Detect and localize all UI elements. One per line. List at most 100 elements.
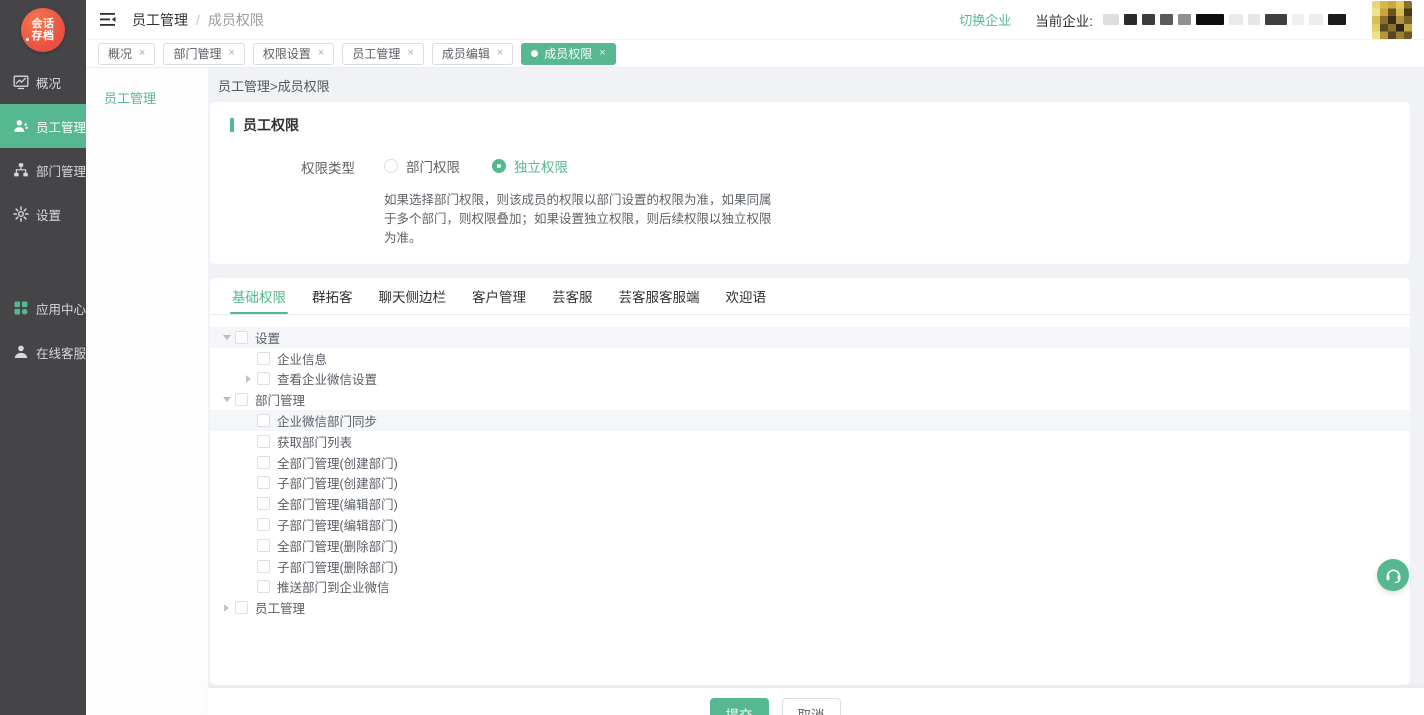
permission-tab[interactable]: 芸客服	[552, 278, 593, 314]
sidebar-item-label: 应用中心	[36, 299, 86, 318]
breadcrumb-separator: /	[196, 12, 200, 28]
tree-row[interactable]: 员工管理	[210, 597, 1410, 618]
submit-button[interactable]: 提交	[710, 698, 769, 715]
tree-row[interactable]: 全部门管理(编辑部门)	[210, 493, 1410, 514]
permission-tab[interactable]: 客户管理	[472, 278, 526, 314]
radio-option[interactable]: 独立权限	[492, 156, 568, 176]
user-avatar[interactable]	[1372, 1, 1412, 39]
tree-row[interactable]: 全部门管理(创建部门)	[210, 452, 1410, 473]
permission-tab[interactable]: 基础权限	[232, 278, 286, 314]
expand-arrow-icon	[242, 414, 255, 427]
close-tab-icon[interactable]: ×	[139, 48, 145, 59]
tree-checkbox[interactable]	[257, 435, 270, 448]
tree-row[interactable]: 获取部门列表	[210, 431, 1410, 452]
gear-icon	[13, 206, 29, 222]
sidebar-item-department-management[interactable]: 部门管理	[0, 148, 86, 192]
radio-circle-icon	[384, 159, 398, 173]
open-tab[interactable]: 概况 ×	[98, 43, 155, 65]
tree-checkbox[interactable]	[257, 497, 270, 510]
sidebar-item-label: 概况	[36, 73, 61, 92]
tree-row[interactable]: 设置	[210, 327, 1410, 348]
tree-row[interactable]: 查看企业微信设置	[210, 369, 1410, 390]
sidebar-item-app-center[interactable]: 应用中心	[0, 286, 86, 330]
header-right: 切换企业 当前企业:	[959, 1, 1412, 39]
permission-type-radio-group: 部门权限 独立权限	[384, 156, 600, 178]
expand-arrow-icon[interactable]	[220, 331, 233, 344]
expand-arrow-icon[interactable]	[220, 601, 233, 614]
close-tab-icon[interactable]: ×	[407, 48, 413, 59]
expand-arrow-icon	[242, 518, 255, 531]
radio-option[interactable]: 部门权限	[384, 156, 460, 176]
expand-arrow-icon	[242, 539, 255, 552]
permission-tab[interactable]: 群拓客	[312, 278, 353, 314]
tree-row[interactable]: 推送部门到企业微信	[210, 577, 1410, 598]
permission-tab[interactable]: 聊天侧边栏	[379, 278, 447, 314]
close-tab-icon[interactable]: ×	[497, 48, 503, 59]
tree-checkbox[interactable]	[257, 372, 270, 385]
app-grid-icon	[13, 300, 29, 316]
expand-arrow-icon	[242, 456, 255, 469]
expand-arrow-icon	[242, 476, 255, 489]
open-tab[interactable]: 成员编辑 ×	[432, 43, 513, 65]
tree-checkbox[interactable]	[257, 456, 270, 469]
expand-arrow-icon[interactable]	[242, 372, 255, 385]
switch-company-link[interactable]: 切换企业	[959, 10, 1011, 29]
tree-row[interactable]: 子部门管理(删除部门)	[210, 556, 1410, 577]
close-tab-icon[interactable]: ×	[599, 48, 605, 59]
cancel-button[interactable]: 取消	[782, 698, 841, 715]
sidebar-item-online-service[interactable]: 在线客服	[0, 330, 86, 374]
radio-option-label: 独立权限	[514, 156, 568, 176]
tree-checkbox[interactable]	[235, 393, 248, 406]
permission-tab-label: 群拓客	[312, 286, 353, 306]
open-tab-label: 成员编辑	[442, 45, 490, 62]
tree-checkbox[interactable]	[257, 476, 270, 489]
secondary-sidebar-item-staff-management[interactable]: 员工管理	[86, 82, 208, 113]
open-tab[interactable]: 权限设置 ×	[253, 43, 334, 65]
customer-service-float-button[interactable]	[1377, 559, 1409, 591]
secondary-sidebar: 员工管理	[86, 68, 208, 715]
permission-type-help-text: 如果选择部门权限，则该成员的权限以部门设置的权限为准，如果同属于多个部门，则权限…	[384, 191, 782, 248]
open-tab-label: 权限设置	[263, 45, 311, 62]
tree-row[interactable]: 全部门管理(删除部门)	[210, 535, 1410, 556]
tree-checkbox[interactable]	[257, 539, 270, 552]
collapse-menu-icon[interactable]	[100, 12, 118, 27]
expand-arrow-icon	[242, 497, 255, 510]
tree-checkbox[interactable]	[257, 518, 270, 531]
expand-arrow-icon	[242, 580, 255, 593]
tree-checkbox[interactable]	[257, 560, 270, 573]
app-logo[interactable]: 会话 存档	[21, 8, 65, 52]
tree-checkbox[interactable]	[235, 601, 248, 614]
logo-area: 会话 存档	[0, 0, 86, 60]
sidebar-item-overview[interactable]: 概况	[0, 60, 86, 104]
close-tab-icon[interactable]: ×	[228, 48, 234, 59]
open-tab[interactable]: 部门管理 ×	[163, 43, 244, 65]
tree-checkbox[interactable]	[257, 580, 270, 593]
open-tab[interactable]: 成员权限 ×	[521, 43, 615, 65]
radio-option-label: 部门权限	[406, 156, 460, 176]
sidebar-item-settings[interactable]: 设置	[0, 192, 86, 236]
tree-row[interactable]: 部门管理	[210, 389, 1410, 410]
org-tree-icon	[13, 162, 29, 178]
sidebar-item-staff-management[interactable]: 员工管理	[0, 104, 86, 148]
close-tab-icon[interactable]: ×	[318, 48, 324, 59]
secondary-sidebar-item-label: 员工管理	[104, 91, 156, 106]
main-content: 员工管理>成员权限 员工权限 权限类型 部门权限 独立权限 如果选择部门权限，则…	[208, 68, 1424, 715]
trend-chart-icon	[13, 74, 29, 90]
tree-row[interactable]: 子部门管理(创建部门)	[210, 473, 1410, 494]
tree-checkbox[interactable]	[257, 352, 270, 365]
open-tabs-bar: 概况 × 部门管理 × 权限设置 × 员工管理 × 成员编辑 × 成员权限 ×	[86, 40, 1424, 68]
permission-tab[interactable]: 欢迎语	[726, 278, 767, 314]
expand-arrow-icon[interactable]	[220, 393, 233, 406]
sidebar-spacer	[0, 236, 86, 286]
open-tab[interactable]: 员工管理 ×	[342, 43, 423, 65]
tree-checkbox[interactable]	[257, 414, 270, 427]
tree-row-label: 员工管理	[255, 598, 305, 617]
tree-checkbox[interactable]	[235, 331, 248, 344]
headset-icon	[1384, 566, 1403, 585]
breadcrumb-section[interactable]: 员工管理	[132, 10, 188, 30]
tree-row[interactable]: 企业微信部门同步	[210, 410, 1410, 431]
tree-row[interactable]: 企业信息	[210, 348, 1410, 369]
tree-row[interactable]: 子部门管理(编辑部门)	[210, 514, 1410, 535]
permission-tab[interactable]: 芸客服客服端	[619, 278, 700, 314]
tree-row-label: 部门管理	[255, 390, 305, 409]
